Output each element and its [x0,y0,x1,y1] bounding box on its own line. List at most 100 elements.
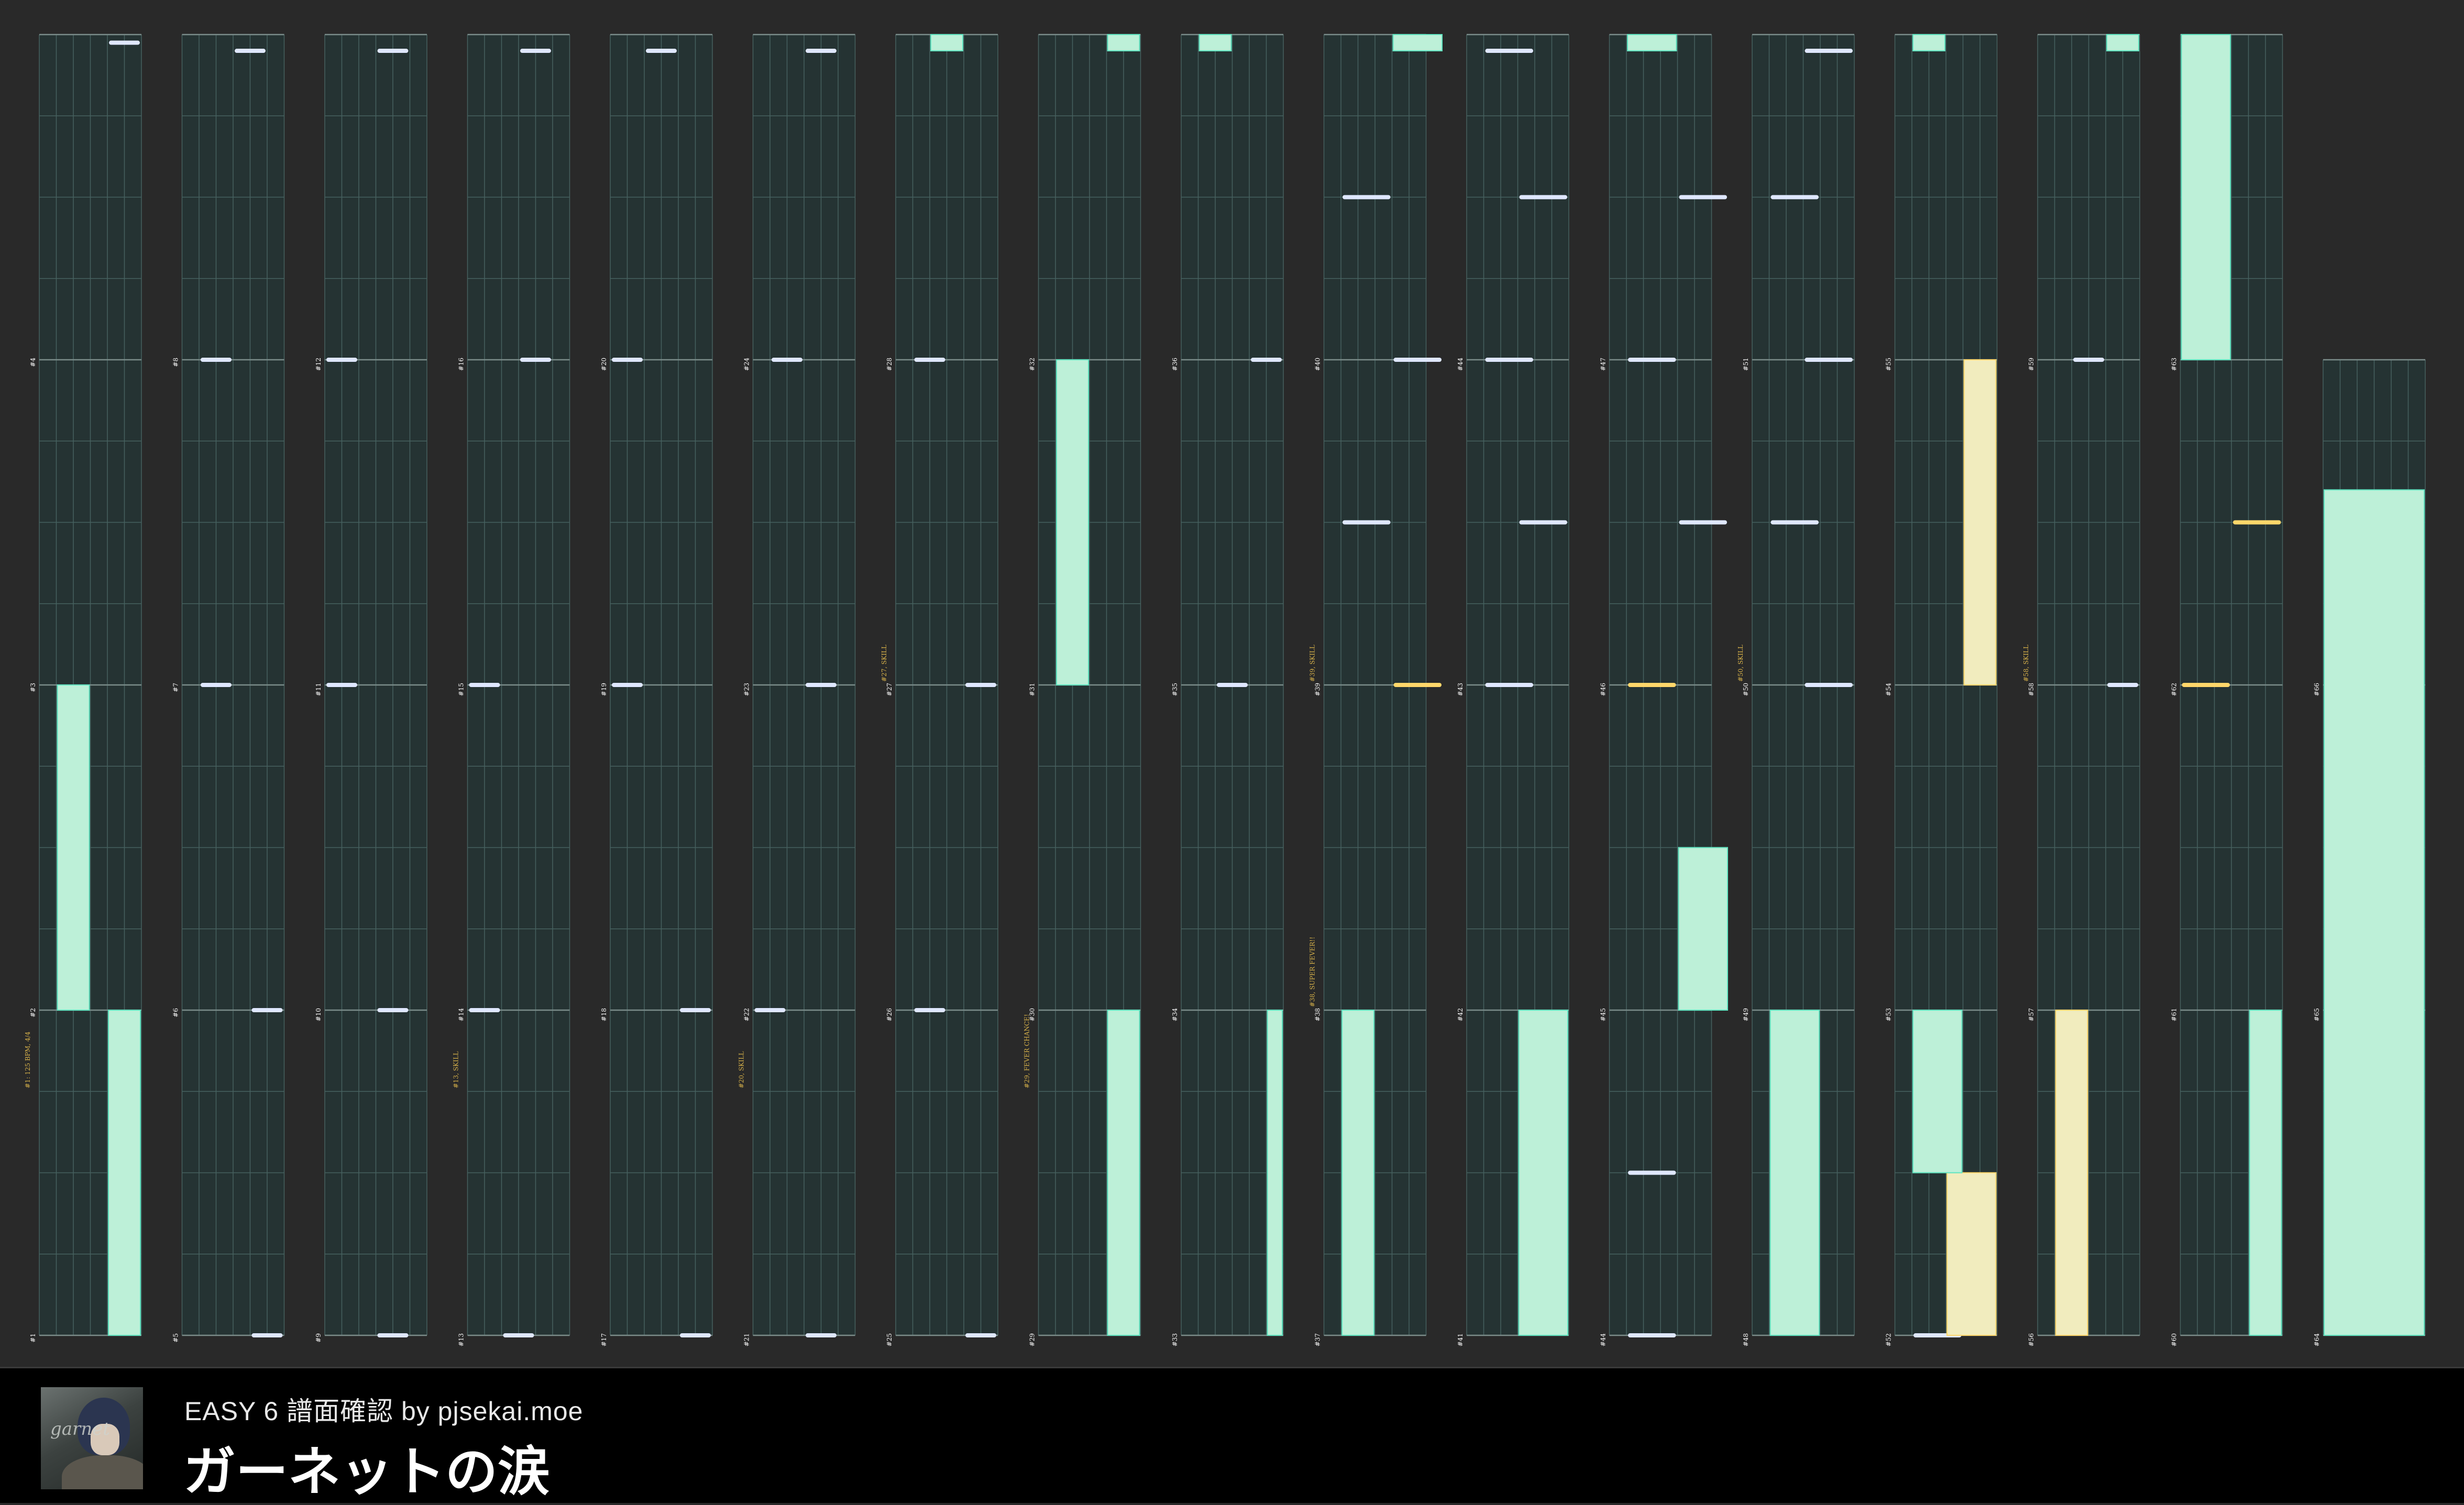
measure-number: #7 [172,683,180,692]
chart-subtitle: EASY 6 譜面確認 by pjsekai.moe [184,1397,584,1426]
measure-number: #8 [172,358,180,367]
measure-number: #44 [1600,1333,1607,1347]
measure-number: #55 [1885,358,1893,371]
measure-number: #14 [458,1008,465,1022]
tap-note [1393,358,1442,362]
measure-number: #17 [600,1333,608,1346]
album-jacket-icon: garnet [41,1387,143,1489]
measure-number: #36 [1171,358,1179,371]
measure-number: #9 [315,1333,322,1343]
event-label: #39, SKILL [1309,645,1316,682]
hold-note [2324,489,2425,1336]
event-label: #58, SKILL [2022,645,2030,682]
tap-note [612,683,643,687]
tap-note [201,358,232,362]
measure-number: #46 [1600,683,1607,696]
measure-number: #21 [743,1333,751,1346]
measure-number: #34 [1171,1008,1179,1022]
tap-note [251,1008,283,1012]
tap-note [1628,1170,1676,1175]
chart-score-view: #1 #2 #3 #4 #1: 125 BPM, 4/4 #5 #6 #7 #8 #9 #10 #11… [24,34,2426,1347]
hold-note [930,34,963,52]
event-label: #50, SKILL [1737,645,1744,682]
tap-note [1628,1333,1676,1337]
hold-note [1056,359,1089,685]
tap-note [965,683,996,687]
measure-number: #10 [315,1008,322,1021]
tap-note [1805,358,1853,362]
tap-note [251,1333,283,1337]
tap-note [1679,520,1727,525]
measure-number: #61 [2171,1008,2178,1021]
tap-note [2073,358,2104,362]
measure-number: #4 [29,358,37,367]
measure-number: #50 [1742,683,1750,696]
measure-number: #45 [1600,1008,1607,1021]
measure-number: #5 [172,1333,180,1343]
tap-note [520,358,551,362]
event-label: #38, SUPER FEVER!! [1309,937,1316,1007]
measure-number: #29 [1029,1333,1036,1346]
tap-note [377,1008,409,1012]
hold-note [108,1010,141,1336]
tap-note [1805,49,1853,53]
gold-hold-note [2055,1010,2088,1336]
measure-number: #27 [886,683,893,696]
measure-number: #33 [1171,1333,1179,1346]
measure-number: #44 [1457,358,1464,371]
measure-number: #62 [2171,683,2178,696]
measure-number: #63 [2171,358,2178,371]
tap-note [806,1333,837,1337]
hold-note [1107,1010,1140,1336]
tap-note [109,40,140,45]
measure-number: #6 [172,1008,180,1017]
measure-number: #26 [886,1008,893,1021]
measure-number: #18 [600,1008,608,1021]
tap-note [469,683,500,687]
flick-note [2233,520,2281,525]
tap-note [1519,195,1567,200]
measure-number: #15 [458,683,465,696]
song-title: ガーネットの涙 [183,1443,550,1501]
measure-number: #43 [1457,683,1464,696]
flick-note [1393,683,1442,687]
measure-number: #1 [29,1333,37,1343]
tap-note [1805,683,1853,687]
tap-note [914,358,945,362]
measure-number: #2 [29,1008,37,1017]
tap-note [235,49,266,53]
measure-number: #48 [1742,1333,1750,1346]
measure-number: #58 [2028,683,2035,696]
tap-note [680,1333,711,1337]
measure-number: #37 [1314,1333,1322,1346]
hold-note [1769,1010,1820,1336]
footer-bar: garnet EASY 6 譜面確認 by pjsekai.moe ガーネットの… [0,1367,2464,1503]
event-label: #27, SKILL [881,645,888,682]
tap-note [1770,520,1819,525]
tap-note [201,683,232,687]
measure-number: #54 [1885,683,1893,696]
measure-number: #59 [2028,358,2035,371]
measure-number: #38 [1314,1008,1322,1021]
tap-note [1679,195,1727,200]
tap-note [469,1008,500,1012]
tap-note [806,683,837,687]
measure-number: #22 [743,1008,751,1021]
hold-note [2249,1010,2282,1336]
flick-note [1628,683,1676,687]
gold-hold-note [1963,359,1997,685]
hold-note [1912,34,1945,52]
measure-number: #64 [2313,1333,2320,1347]
hold-note [1518,1010,1568,1336]
tap-note [377,1333,409,1337]
tap-note [326,358,357,362]
measure-number: #19 [600,683,608,696]
event-label: #20, SKILL [738,1051,745,1088]
tap-note [1485,49,1533,53]
hold-note [1912,1010,1963,1174]
measure-number: #35 [1171,683,1179,696]
tap-note [1217,683,1248,687]
tap-note [503,1333,534,1337]
measure-number: #23 [743,683,751,696]
hold-note [1678,847,1728,1011]
